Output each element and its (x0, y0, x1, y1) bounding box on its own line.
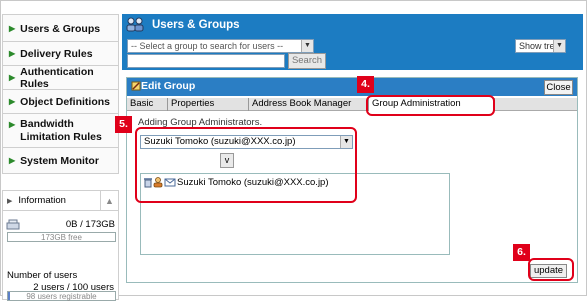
page-title: Users & Groups (152, 19, 240, 31)
chevron-right-icon: ▶ (9, 24, 16, 33)
sidebar-item-authentication-rules[interactable]: ▶ Authentication Rules (2, 65, 119, 90)
disk-free-text: 173GB free (41, 233, 82, 242)
chevron-right-icon: ▶ (9, 156, 16, 165)
edit-group-tabs: Basic Properties Address Book Manager Gr… (127, 98, 577, 111)
sidebar: ▶ Users & Groups ▶ Delivery Rules ▶ Auth… (2, 14, 120, 301)
sidebar-item-system-monitor[interactable]: ▶ System Monitor (2, 147, 119, 174)
tab-properties[interactable]: Properties (168, 98, 249, 111)
disk-progress-bar: 173GB free (7, 232, 116, 242)
tab-basic[interactable]: Basic (127, 98, 168, 111)
users-count-label: Number of users (7, 270, 78, 281)
callout-5-highlight (135, 127, 357, 203)
close-button[interactable]: Close (544, 80, 573, 95)
group-search-select-value: -- Select a group to search for users -- (131, 41, 284, 51)
group-search-select[interactable]: -- Select a group to search for users --… (127, 39, 314, 53)
users-groups-icon (126, 17, 144, 32)
users-progress-bar: 98 users registrable (7, 291, 116, 301)
callout-6-highlight (528, 258, 574, 281)
collapse-up-icon[interactable]: ▲ (100, 191, 118, 210)
sidebar-item-delivery-rules[interactable]: ▶ Delivery Rules (2, 41, 119, 66)
edit-group-header: Edit Group Close (127, 78, 577, 96)
chevron-right-icon: ▶ (9, 73, 16, 82)
users-registrable-text: 98 users registrable (26, 292, 97, 301)
chevron-down-icon: ▼ (301, 40, 313, 52)
search-input[interactable] (127, 54, 285, 68)
users-groups-header: Users & Groups -- Select a group to sear… (122, 14, 583, 70)
callout-5-badge: 5. (115, 116, 132, 133)
chevron-right-icon: ▶ (9, 97, 16, 106)
hard-drive-icon (6, 219, 20, 230)
users-progress-fill (8, 292, 11, 300)
sidebar-item-object-definitions[interactable]: ▶ Object Definitions (2, 89, 119, 114)
chevron-right-icon: ▶ (9, 120, 16, 129)
callout-6-badge: 6. (513, 244, 530, 261)
sidebar-item-users-groups[interactable]: ▶ Users & Groups (2, 14, 119, 43)
information-panel: ▶ Information ▲ 0B / 173GB 173GB free Nu… (2, 190, 119, 301)
callout-4-badge: 4. (357, 76, 374, 93)
chevron-right-icon: ▶ (7, 197, 13, 205)
sidebar-item-label: Authentication Rules (20, 65, 94, 90)
chevron-right-icon: ▶ (9, 49, 16, 58)
edit-pencil-icon (131, 81, 141, 91)
disk-usage-text: 0B / 173GB (65, 219, 115, 230)
chevron-down-icon: ▼ (553, 40, 565, 52)
search-button[interactable]: Search (288, 53, 326, 69)
sidebar-item-label: System Monitor (20, 154, 99, 167)
edit-group-title: Edit Group (141, 80, 196, 92)
sidebar-item-bandwidth-limitation-rules[interactable]: ▶ Bandwidth Limitation Rules (2, 113, 119, 148)
show-tree-select[interactable]: Show tree ▼ (515, 39, 566, 53)
information-header[interactable]: ▶ Information ▲ (3, 191, 118, 211)
sidebar-item-label: Object Definitions (20, 95, 110, 108)
sidebar-item-label: Users & Groups (20, 22, 101, 35)
information-title: Information (18, 195, 66, 206)
callout-4-highlight (366, 95, 495, 116)
sidebar-item-label: Delivery Rules (20, 47, 93, 60)
sidebar-item-label: Bandwidth Limitation Rules (20, 118, 102, 143)
tab-address-book-manager[interactable]: Address Book Manager (249, 98, 369, 111)
